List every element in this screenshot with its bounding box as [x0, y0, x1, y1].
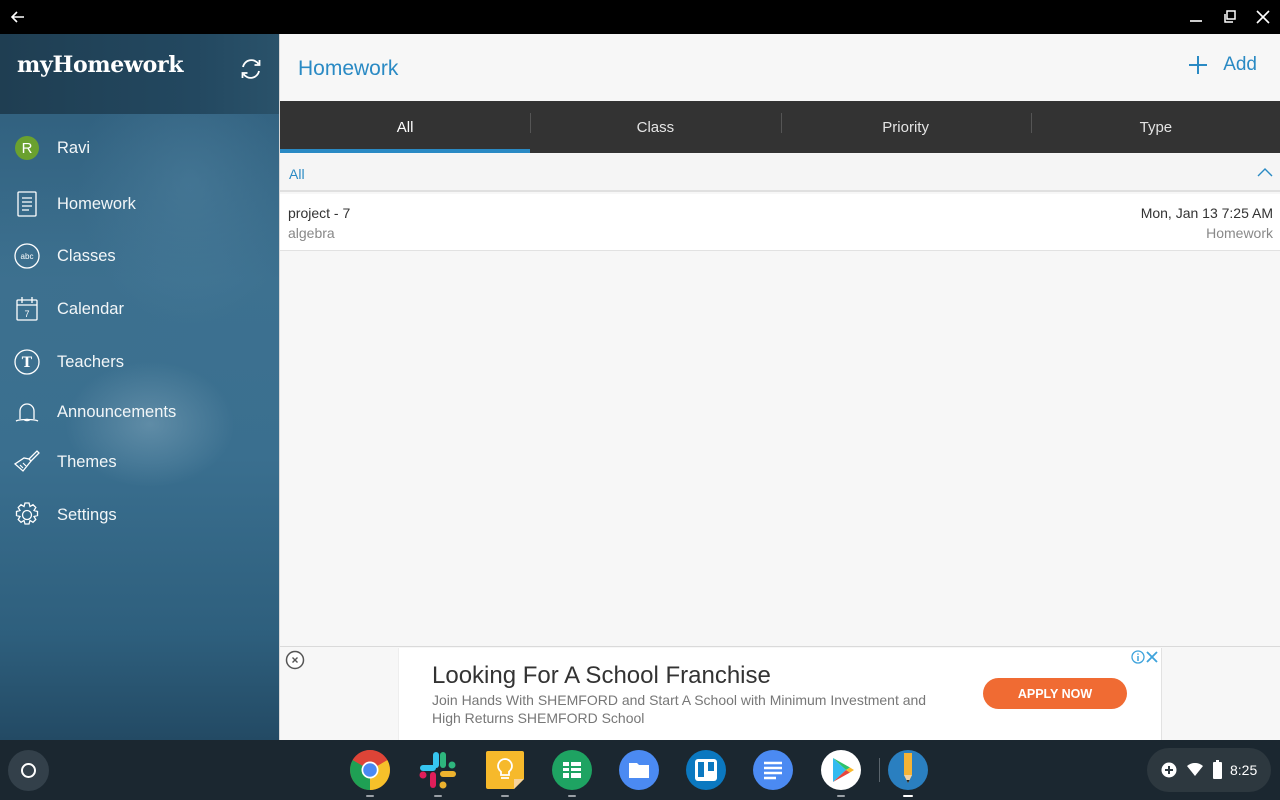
ad-title: Looking For A School Franchise: [432, 662, 771, 689]
tab-type[interactable]: Type: [1030, 101, 1280, 153]
homework-title: project - 7: [288, 205, 351, 221]
filter-tabs: All Class Priority Type: [280, 101, 1280, 153]
drawer-header: myHomework: [0, 34, 279, 114]
sidebar-item-themes[interactable]: Themes: [0, 439, 279, 485]
launcher-button[interactable]: [8, 750, 49, 791]
trello-app-icon[interactable]: [685, 749, 727, 791]
clock: 8:25: [1230, 762, 1258, 778]
files-app-icon[interactable]: [618, 749, 660, 791]
sidebar-item-homework[interactable]: Homework: [0, 181, 279, 227]
tab-all[interactable]: All: [280, 101, 531, 153]
sidebar-item-label: Homework: [57, 194, 136, 213]
close-ad-icon[interactable]: [285, 650, 305, 670]
sidebar-item-profile[interactable]: R Ravi: [0, 125, 279, 171]
sidebar-item-teachers[interactable]: T Teachers: [0, 339, 279, 385]
apply-now-button[interactable]: APPLY NOW: [983, 678, 1127, 709]
teacher-icon: T: [12, 347, 42, 377]
homework-class: algebra: [288, 225, 335, 241]
sidebar-item-label: Classes: [57, 246, 116, 265]
sidebar-item-announcements[interactable]: Announcements: [0, 389, 279, 435]
slack-app-icon[interactable]: [417, 749, 459, 797]
play-store-app-icon[interactable]: [820, 749, 862, 797]
close-icon[interactable]: [1253, 7, 1273, 27]
wifi-icon: [1187, 763, 1203, 776]
sidebar-item-label: Ravi: [57, 138, 91, 157]
tab-priority[interactable]: Priority: [780, 101, 1031, 153]
add-button[interactable]: Add: [1187, 54, 1257, 76]
svg-text:T: T: [22, 355, 33, 371]
avatar: R: [12, 133, 42, 163]
chevron-up-icon[interactable]: [1257, 166, 1273, 178]
sidebar-item-label: Settings: [57, 505, 117, 524]
arrow-left-icon[interactable]: [8, 7, 28, 27]
sidebar-item-label: Teachers: [57, 352, 124, 371]
ad-dismiss-icon[interactable]: [1145, 650, 1159, 664]
myhomework-app-icon[interactable]: [887, 749, 929, 797]
main-panel: Homework Add All Class Priority Type All…: [279, 34, 1280, 741]
system-shelf: 8:25: [0, 740, 1280, 800]
restore-icon[interactable]: [1220, 7, 1240, 27]
add-button-label: Add: [1223, 54, 1257, 75]
page-title: Homework: [298, 57, 399, 80]
svg-text:7: 7: [24, 309, 29, 319]
shelf-divider: [879, 758, 880, 782]
homework-type: Homework: [1206, 225, 1273, 241]
window-titlebar: [0, 0, 1280, 34]
sidebar-item-label: Themes: [57, 452, 117, 471]
paintbrush-icon: [12, 447, 42, 477]
document-icon: [12, 189, 42, 219]
docs-app-icon[interactable]: [752, 749, 794, 791]
sidebar-item-label: Announcements: [57, 402, 177, 421]
sidebar-item-calendar[interactable]: 7 Calendar: [0, 286, 279, 332]
sidebar-item-settings[interactable]: Settings: [0, 492, 279, 538]
add-circle-icon: [1161, 762, 1177, 778]
bell-icon: [12, 397, 42, 427]
svg-text:abc: abc: [21, 252, 34, 261]
battery-icon: [1213, 760, 1222, 779]
plus-icon: [1189, 56, 1208, 74]
calendar-icon: 7: [12, 294, 42, 324]
sidebar-item-label: Calendar: [57, 299, 124, 318]
tab-class[interactable]: Class: [530, 101, 780, 153]
section-header-all[interactable]: All: [280, 154, 1280, 192]
sidebar-item-classes[interactable]: abc Classes: [0, 233, 279, 279]
abc-icon: abc: [12, 241, 42, 271]
homework-due-date: Mon, Jan 13 7:25 AM: [1140, 205, 1273, 221]
chrome-app-icon[interactable]: [349, 749, 391, 797]
minimize-icon[interactable]: [1186, 7, 1206, 27]
gear-icon: [12, 500, 42, 530]
ad-body: Join Hands With SHEMFORD and Start A Sch…: [432, 692, 927, 726]
status-tray[interactable]: 8:25: [1147, 748, 1271, 792]
homework-list-item[interactable]: project - 7 algebra Mon, Jan 13 7:25 AM …: [280, 194, 1280, 251]
ad-info-icon[interactable]: [1131, 650, 1145, 664]
ad-banner: Looking For A School Franchise Join Hand…: [280, 646, 1280, 741]
launcher-icon: [21, 763, 36, 778]
keep-app-icon[interactable]: [484, 749, 526, 797]
sheets-app-icon[interactable]: [551, 749, 593, 797]
navigation-drawer: myHomework R Ravi Homework abc Classes 7…: [0, 34, 279, 740]
ad-card[interactable]: Looking For A School Franchise Join Hand…: [398, 648, 1162, 741]
app-brand: myHomework: [17, 52, 184, 78]
app-bar: Homework Add: [280, 34, 1280, 101]
section-label: All: [289, 166, 305, 182]
sync-icon[interactable]: [238, 56, 264, 82]
